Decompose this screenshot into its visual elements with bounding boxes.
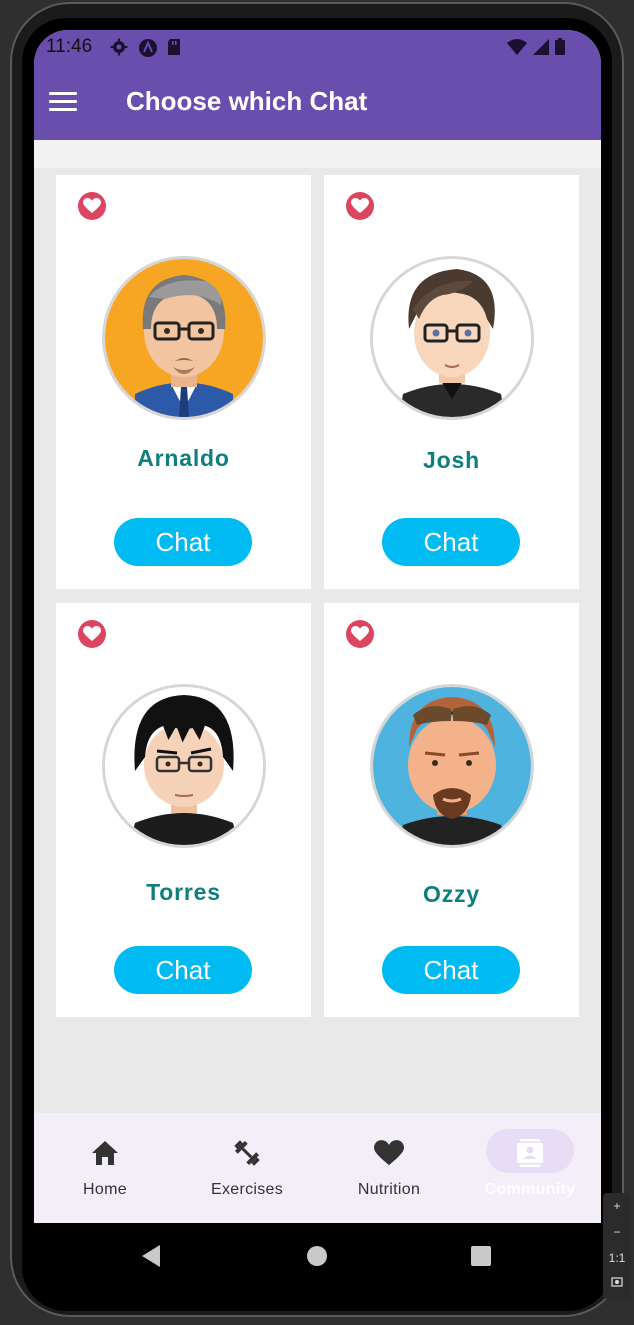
nav-item-community[interactable]: Community (459, 1113, 601, 1223)
system-navigation-bar (34, 1223, 601, 1289)
zoom-in-button[interactable]: + (603, 1193, 631, 1219)
nav-label: Community (484, 1181, 576, 1198)
contact-card-torres: Torres Chat (56, 603, 311, 1017)
nav-item-exercises[interactable]: Exercises (176, 1113, 318, 1223)
favorite-heart-icon[interactable] (78, 620, 106, 648)
avatar-torres (102, 684, 266, 848)
contact-name: Ozzy (423, 881, 480, 907)
nav-label: Home (83, 1181, 127, 1198)
nav-item-nutrition[interactable]: Nutrition (318, 1113, 460, 1223)
chat-button-ozzy[interactable]: Chat (382, 946, 520, 994)
bottom-navigation: Home Exercises Nutrition Community (34, 1113, 601, 1223)
avatar-arnaldo (102, 256, 266, 420)
sd-card-icon (166, 38, 184, 56)
wifi-icon (507, 39, 527, 60)
contact-name: Arnaldo (137, 445, 230, 471)
app-bar: Choose which Chat (34, 64, 601, 140)
content-top-strip (34, 140, 601, 168)
favorite-heart-icon[interactable] (346, 192, 374, 220)
avatar-ozzy (370, 684, 534, 848)
contact-card-josh: Josh Chat (324, 175, 579, 589)
status-time: 11:46 (46, 36, 93, 57)
zoom-out-button[interactable]: − (603, 1219, 631, 1245)
back-icon[interactable] (142, 1245, 160, 1267)
chat-button-torres[interactable]: Chat (114, 946, 252, 994)
nav-label: Exercises (210, 1181, 284, 1198)
chat-button-arnaldo[interactable]: Chat (114, 518, 252, 566)
signal-icon (533, 39, 549, 60)
home-circle-icon[interactable] (307, 1246, 327, 1266)
status-left-icons (110, 38, 184, 57)
settings-icon (110, 38, 128, 56)
hamburger-menu-icon[interactable] (49, 92, 77, 112)
actual-size-button[interactable]: 1:1 (603, 1245, 631, 1271)
app-screen: 11:46 Choose which Chat Arnaldo Chat Jos… (34, 30, 601, 1223)
page-title: Choose which Chat (126, 86, 368, 116)
avatar-josh (370, 256, 534, 420)
app-icon (138, 38, 157, 57)
favorite-heart-icon[interactable] (78, 192, 106, 220)
favorite-heart-icon[interactable] (346, 620, 374, 648)
battery-icon (555, 38, 565, 60)
contact-card-arnaldo: Arnaldo Chat (56, 175, 311, 589)
contacts-icon (514, 1137, 546, 1169)
device-frame: 11:46 Choose which Chat Arnaldo Chat Jos… (0, 0, 634, 1325)
status-bar: 11:46 (34, 30, 601, 64)
contact-name: Josh (423, 447, 480, 473)
nav-item-home[interactable]: Home (34, 1113, 176, 1223)
status-right-icons (507, 38, 565, 60)
chat-button-josh[interactable]: Chat (382, 518, 520, 566)
contact-card-ozzy: Ozzy Chat (324, 603, 579, 1017)
home-icon (89, 1137, 121, 1169)
emulator-zoom-toolbar: + − 1:1 (603, 1193, 631, 1299)
contact-name: Torres (146, 879, 221, 905)
recent-apps-icon[interactable] (471, 1246, 491, 1266)
dumbbell-icon (231, 1137, 263, 1169)
nav-label: Nutrition (357, 1181, 421, 1198)
screenshot-icon[interactable] (603, 1271, 631, 1297)
heart-icon (373, 1137, 405, 1169)
